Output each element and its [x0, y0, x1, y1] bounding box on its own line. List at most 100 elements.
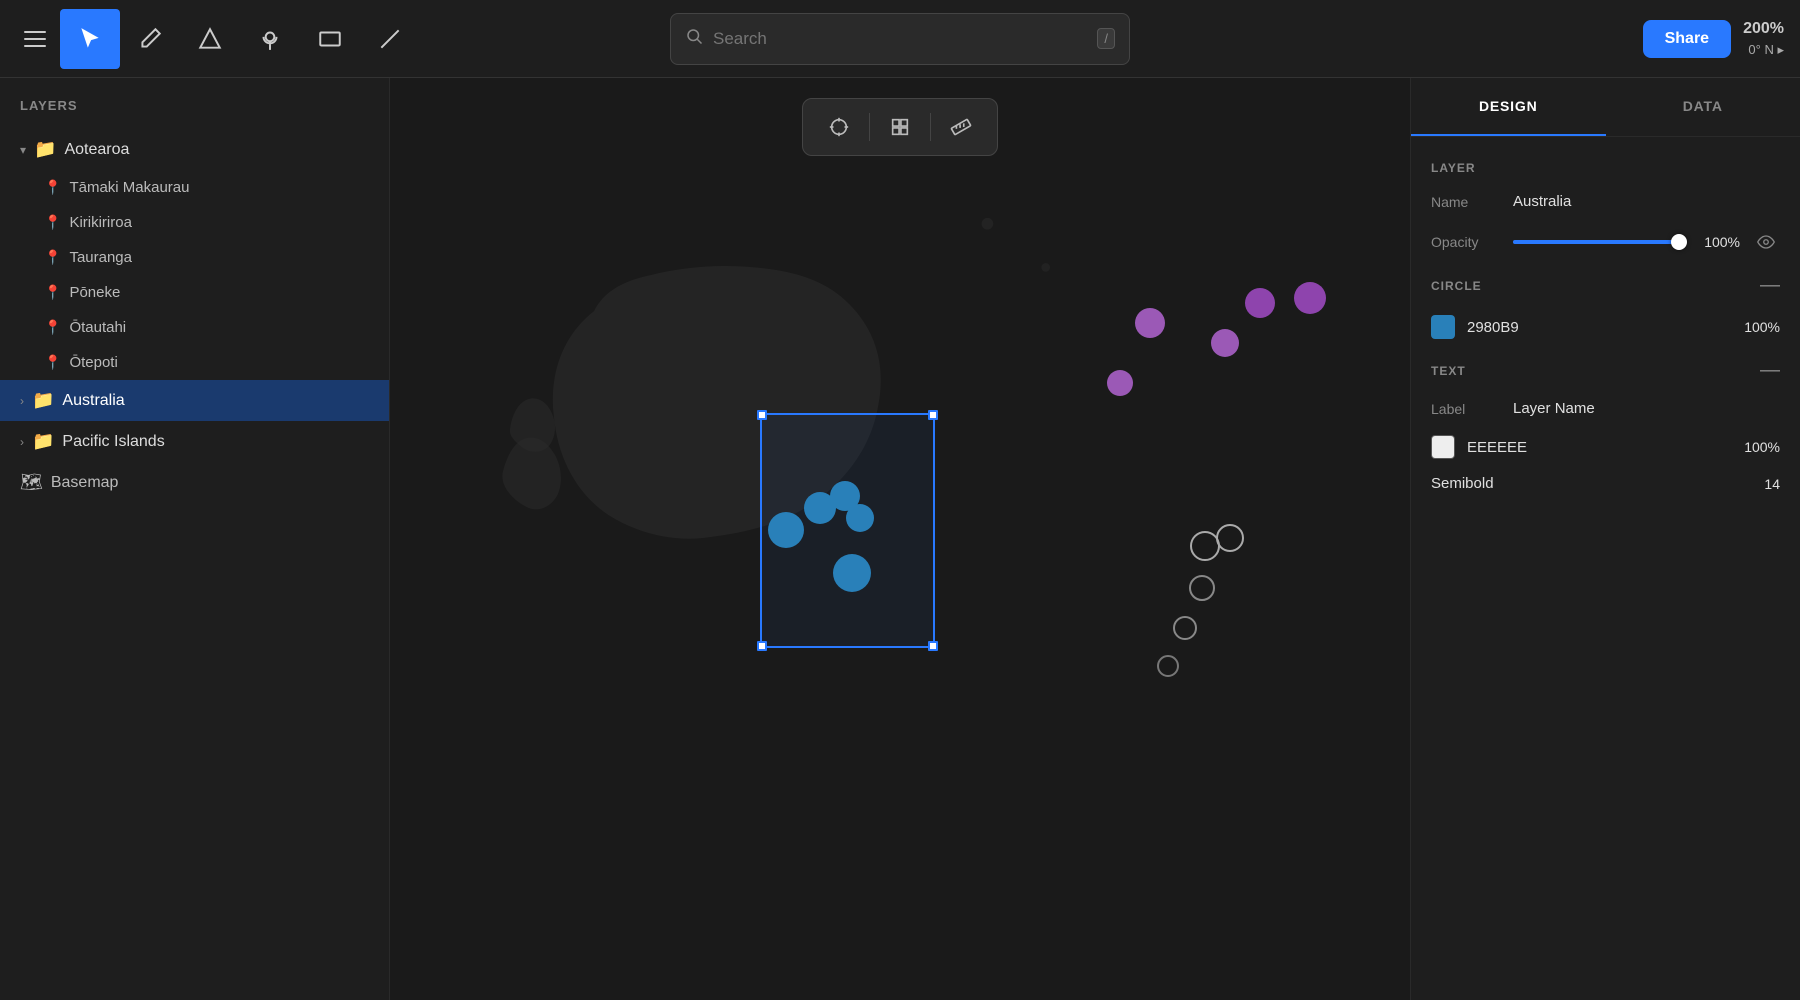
zoom-info: 200% 0° N ▸	[1743, 18, 1784, 59]
opacity-row: Opacity 100%	[1431, 228, 1780, 256]
toolbar-divider	[869, 113, 870, 141]
search-icon	[685, 27, 703, 50]
layer-group-aotearoa[interactable]: ▾ 📁 Aotearoa 📍 Tāmaki Makaurau 📍 Kirikir…	[0, 129, 389, 380]
slider-thumb[interactable]	[1671, 234, 1687, 250]
float-toolbar	[802, 98, 998, 156]
selection-handle[interactable]	[928, 641, 938, 651]
text-section-title: TEXT	[1431, 364, 1466, 378]
selection-handle[interactable]	[928, 410, 938, 420]
chevron-right-icon: ›	[20, 435, 24, 449]
ruler-button[interactable]	[939, 107, 983, 147]
folder-icon: 📁	[32, 390, 54, 411]
layer-group-australia-header[interactable]: › 📁 Australia	[0, 380, 389, 421]
pin-icon: 📍	[44, 284, 61, 301]
map-dot-blue-1[interactable]	[768, 512, 804, 548]
chevron-right-icon: ›	[20, 394, 24, 408]
menu-button[interactable]	[16, 17, 60, 61]
sidebar: LAYERS ▾ 📁 Aotearoa 📍 Tāmaki Makaurau 📍 …	[0, 78, 390, 1000]
map-dot-purple-5[interactable]	[1294, 282, 1326, 314]
text-collapse-button[interactable]: —	[1760, 359, 1780, 382]
layer-section-title: LAYER	[1431, 161, 1780, 175]
main-area: LAYERS ▾ 📁 Aotearoa 📍 Tāmaki Makaurau 📍 …	[0, 78, 1800, 1000]
search-shortcut: /	[1097, 28, 1115, 49]
panel-tabs: DESIGN DATA	[1411, 78, 1800, 137]
font-size-value[interactable]: 14	[1764, 476, 1780, 492]
tab-design[interactable]: DESIGN	[1411, 78, 1606, 136]
map-dot-purple-1[interactable]	[1135, 308, 1165, 338]
tool-line[interactable]	[360, 9, 420, 69]
map-dot-blue-5[interactable]	[833, 554, 871, 592]
folder-icon: 📁	[32, 431, 54, 452]
text-color-row: EEEEEE 100%	[1431, 435, 1780, 459]
circle-section-title: CIRCLE	[1431, 279, 1482, 293]
map-dot-outline-4[interactable]	[1173, 616, 1197, 640]
aotearoa-items: 📍 Tāmaki Makaurau 📍 Kirikiriroa 📍 Tauran…	[0, 170, 389, 380]
map-dot-purple-3[interactable]	[1245, 288, 1275, 318]
opacity-value: 100%	[1698, 234, 1740, 250]
label-row: Label Layer Name	[1431, 400, 1780, 417]
chevron-down-icon: ▾	[20, 143, 26, 157]
layers-title: LAYERS	[0, 98, 389, 129]
layer-group-australia-label: Australia	[62, 392, 124, 410]
tab-data[interactable]: DATA	[1606, 78, 1800, 136]
list-item-tauranga[interactable]: 📍 Tauranga	[0, 240, 389, 275]
tool-pen[interactable]	[120, 9, 180, 69]
basemap-item[interactable]: 🗺 Basemap	[0, 462, 389, 503]
map-dot-outline-5[interactable]	[1157, 655, 1179, 677]
tool-pin[interactable]	[240, 9, 300, 69]
circle-color-hex[interactable]: 2980B9	[1467, 319, 1732, 336]
opacity-slider[interactable]	[1513, 240, 1686, 244]
font-weight-label[interactable]: Semibold	[1431, 475, 1752, 492]
search-bar: /	[670, 13, 1130, 65]
folder-icon: 📁	[34, 139, 56, 160]
selection-button[interactable]	[878, 107, 922, 147]
search-input[interactable]	[713, 29, 1087, 49]
circle-color-opacity: 100%	[1744, 319, 1780, 335]
map-area[interactable]	[390, 78, 1410, 1000]
text-color-swatch[interactable]	[1431, 435, 1455, 459]
text-color-opacity: 100%	[1744, 439, 1780, 455]
panel-body: LAYER Name Australia Opacity 100%	[1411, 137, 1800, 1000]
toolbar-divider	[930, 113, 931, 141]
tool-shape[interactable]	[180, 9, 240, 69]
visibility-toggle[interactable]	[1752, 228, 1780, 256]
pin-icon: 📍	[44, 214, 61, 231]
list-item-poneke[interactable]: 📍 Pōneke	[0, 275, 389, 310]
layer-group-australia[interactable]: › 📁 Australia	[0, 380, 389, 421]
list-item-tamaki[interactable]: 📍 Tāmaki Makaurau	[0, 170, 389, 205]
selection-handle[interactable]	[757, 410, 767, 420]
label-label: Label	[1431, 401, 1501, 417]
slider-fill	[1513, 240, 1677, 244]
map-dot-outline-2[interactable]	[1216, 524, 1244, 552]
text-color-hex[interactable]: EEEEEE	[1467, 439, 1732, 456]
pin-icon: 📍	[44, 249, 61, 266]
layer-group-pacific-header[interactable]: › 📁 Pacific Islands	[0, 421, 389, 462]
layer-group-aotearoa-header[interactable]: ▾ 📁 Aotearoa	[0, 129, 389, 170]
circle-color-row: 2980B9 100%	[1431, 315, 1780, 339]
map-dot-blue-4[interactable]	[846, 504, 874, 532]
layer-group-pacific-label: Pacific Islands	[62, 433, 164, 451]
name-label: Name	[1431, 194, 1501, 210]
list-item-otepoti[interactable]: 📍 Ōtepoti	[0, 345, 389, 380]
name-row: Name Australia	[1431, 193, 1780, 210]
layer-group-pacific[interactable]: › 📁 Pacific Islands	[0, 421, 389, 462]
label-value[interactable]: Layer Name	[1513, 400, 1595, 417]
circle-color-swatch[interactable]	[1431, 315, 1455, 339]
tool-select[interactable]	[60, 9, 120, 69]
circle-collapse-button[interactable]: —	[1760, 274, 1780, 297]
crosshair-button[interactable]	[817, 107, 861, 147]
selection-handle[interactable]	[757, 641, 767, 651]
list-item-otautahi[interactable]: 📍 Ōtautahi	[0, 310, 389, 345]
map-dot-outline-3[interactable]	[1189, 575, 1215, 601]
map-icon: 🗺	[20, 472, 43, 493]
map-dot-purple-2[interactable]	[1211, 329, 1239, 357]
map-dot-purple-4[interactable]	[1107, 370, 1133, 396]
circle-section-header: CIRCLE —	[1431, 274, 1780, 297]
text-section-header: TEXT —	[1431, 359, 1780, 382]
layer-group-aotearoa-label: Aotearoa	[64, 141, 129, 159]
name-value[interactable]: Australia	[1513, 193, 1571, 210]
list-item-kirikiriroa[interactable]: 📍 Kirikiriroa	[0, 205, 389, 240]
share-button[interactable]: Share	[1643, 20, 1731, 58]
tool-rect[interactable]	[300, 9, 360, 69]
opacity-label: Opacity	[1431, 234, 1501, 250]
